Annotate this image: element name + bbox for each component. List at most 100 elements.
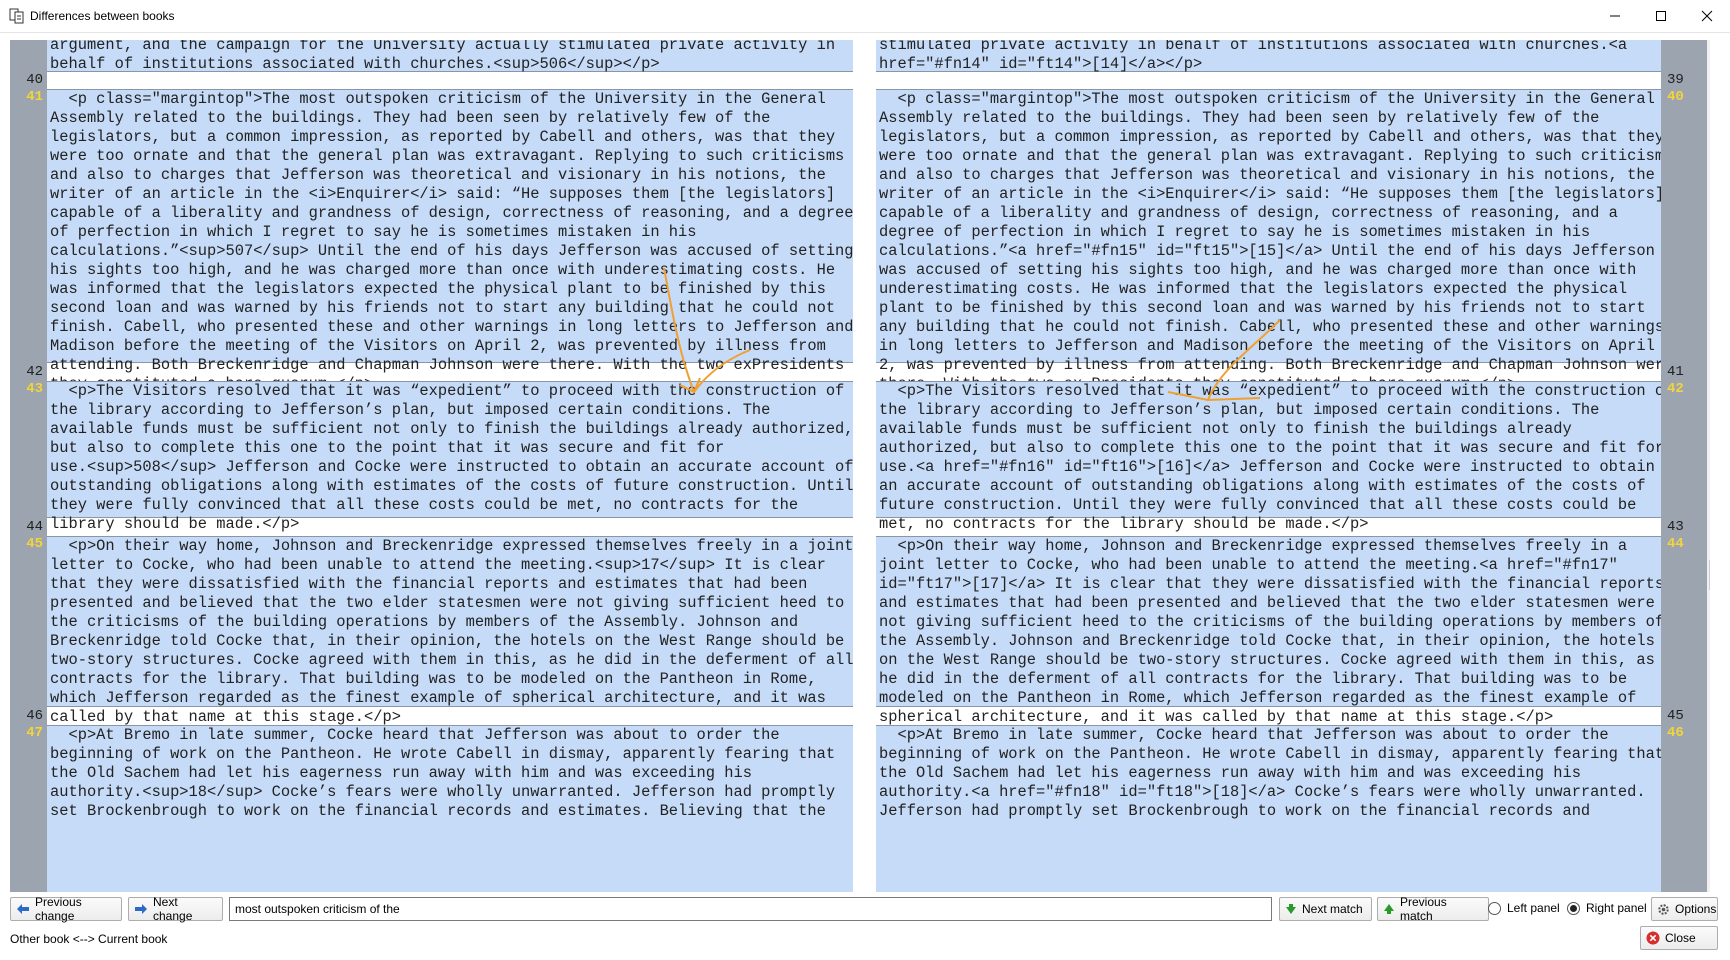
left-line-number: 47 <box>26 725 43 741</box>
text-line: future construction. Until they were ful… <box>879 496 1637 514</box>
text-line: available funds must be sufficient not o… <box>879 420 1572 438</box>
diff-block-text: <p>On their way home, Johnson and Brecke… <box>50 537 853 727</box>
search-input[interactable] <box>229 897 1272 921</box>
diff-block-text: <p class="margintop">The most outspoken … <box>50 90 853 394</box>
text-line: <p>On their way home, Johnson and Brecke… <box>879 537 1628 555</box>
right-text-pane[interactable]: stimulated private activity in behalf of… <box>876 40 1661 892</box>
diff-block: argument, and the campaign for the Unive… <box>47 40 853 73</box>
text-line: contracts for the library. That building… <box>50 670 817 688</box>
arrow-up-icon <box>1384 904 1394 914</box>
text-line: which Jefferson regarded as the finest e… <box>50 689 826 707</box>
text-line: in long letters to Jefferson and Madison… <box>879 337 1655 355</box>
options-button[interactable]: Options <box>1651 897 1718 921</box>
text-line: <p>On their way home, Johnson and Brecke… <box>50 537 853 555</box>
text-line: legislators, but a common impression, as… <box>879 128 1661 146</box>
left-text-pane[interactable]: argument, and the campaign for the Unive… <box>47 40 853 892</box>
text-line: the criticisms of the building operation… <box>50 613 799 631</box>
diff-block: <p>The Visitors resolved that it was “ex… <box>47 381 853 533</box>
previous-change-label: Previous change <box>35 895 82 923</box>
right-panel-radio[interactable]: Right panel <box>1567 901 1647 915</box>
text-line: writer of an article in the <i>Enquirer<… <box>50 185 836 203</box>
diff-block: <p>At Bremo in late summer, Cocke heard … <box>47 725 853 892</box>
text-line: <p>At Bremo in late summer, Cocke heard … <box>50 726 780 744</box>
window-title: Differences between books <box>30 9 175 23</box>
vertical-scrollbar[interactable] <box>1707 40 1710 892</box>
text-line: library should be made.</p> <box>50 515 300 533</box>
left-line-number: 41 <box>26 89 43 105</box>
diff-block: <p>On their way home, Johnson and Brecke… <box>47 536 853 726</box>
next-match-button[interactable]: Next match <box>1279 897 1372 921</box>
text-line: and estimates that had been presented an… <box>879 594 1655 612</box>
text-line: available funds must be sufficient not o… <box>50 420 853 438</box>
text-line: <p>The Visitors resolved that it was “ex… <box>879 382 1661 400</box>
left-panel-label: Left panel <box>1507 901 1560 915</box>
diff-block-text: stimulated private activity in behalf of… <box>879 40 1661 74</box>
next-change-label: Next change <box>153 895 193 923</box>
options-label: Options <box>1675 902 1717 916</box>
text-line: href="#fn14" id="ft14">[14]</a></p> <box>879 55 1203 73</box>
text-line: he did in the deferment of all contracts… <box>879 670 1628 688</box>
text-line: argument, and the campaign for the Unive… <box>50 40 836 54</box>
text-line: capable of a liberality and grandness of… <box>879 204 1618 222</box>
right-line-number: 44 <box>1667 536 1684 552</box>
text-line: were too ornate and that the general pla… <box>879 147 1661 165</box>
left-line-number-gutter: 40 41 42 43 44 45 46 47 <box>10 40 47 892</box>
diff-block-text: <p class="margintop">The most outspoken … <box>879 90 1661 394</box>
maximize-button[interactable] <box>1638 0 1684 32</box>
text-line: and also to charges that Jefferson was t… <box>879 166 1655 184</box>
text-line: 2, was prevented by illness from attendi… <box>879 356 1661 374</box>
window-close-button[interactable] <box>1684 0 1730 32</box>
next-change-button[interactable]: Next change <box>128 895 223 923</box>
diff-block: <p>On their way home, Johnson and Brecke… <box>876 536 1661 726</box>
diff-block: <p>The Visitors resolved that it was “ex… <box>876 381 1661 533</box>
close-button[interactable]: Close <box>1640 926 1718 950</box>
scrollbar-thumb[interactable] <box>1709 560 1710 590</box>
arrow-right-icon <box>135 904 147 914</box>
title-bar: Differences between books <box>0 0 1730 33</box>
gear-icon <box>1658 903 1669 915</box>
text-line: letter to Cocke, who had been unable to … <box>50 556 826 574</box>
text-line: Madison before the meeting of the Visito… <box>50 337 826 355</box>
close-icon <box>1646 931 1660 945</box>
text-line: but also to complete this one to the poi… <box>50 439 725 457</box>
diff-block-text: <p>The Visitors resolved that it was “ex… <box>879 382 1661 534</box>
text-line: an accurate account of outstanding oblig… <box>879 477 1646 495</box>
text-line: degree of perfection in which I regret t… <box>879 223 1591 241</box>
previous-match-button[interactable]: Previous match <box>1377 895 1489 923</box>
text-line: capable of a liberality and grandness of… <box>50 204 853 222</box>
text-line: Breckenridge told Cocke that, in their o… <box>50 632 845 650</box>
text-line: beginning of work on the Pantheon. He wr… <box>50 745 836 763</box>
text-line: second loan and was warned by his friend… <box>50 299 836 317</box>
diff-view[interactable]: 40 41 42 43 44 45 46 47 argument, and th… <box>10 40 1710 892</box>
text-line: authority.<sup>18</sup> Cocke’s fears we… <box>50 783 836 801</box>
right-panel-label: Right panel <box>1586 901 1647 915</box>
text-line: Jefferson had promptly set Brockenbrough… <box>879 802 1591 820</box>
text-line: use.<a href="#fn16" id="ft16">[16]</a> J… <box>879 458 1655 476</box>
text-line: of perfection in which I regret to say h… <box>50 223 697 241</box>
text-line: was informed that the legislators expect… <box>50 280 826 298</box>
text-line: not giving sufficient heed to the critic… <box>879 613 1661 631</box>
scroll-down-button[interactable] <box>1707 875 1710 892</box>
previous-change-button[interactable]: Previous change <box>10 895 122 923</box>
diff-block: stimulated private activity in behalf of… <box>876 40 1661 74</box>
text-line: writer of an article in the <i>Enquirer<… <box>879 185 1661 203</box>
bottom-toolbar: Previous change Next change Next match P… <box>0 893 1730 929</box>
radio-indicator <box>1567 901 1580 915</box>
minimize-icon <box>1610 15 1620 17</box>
text-line: <p class="margintop">The most outspoken … <box>50 90 826 108</box>
text-line: <p>At Bremo in late summer, Cocke heard … <box>879 726 1609 744</box>
left-line-number: 45 <box>26 536 43 552</box>
diff-block: <p>At Bremo in late summer, Cocke heard … <box>876 725 1661 892</box>
maximize-icon <box>1656 11 1666 21</box>
left-panel-radio[interactable]: Left panel <box>1488 901 1560 915</box>
scroll-up-button[interactable] <box>1707 40 1710 57</box>
minimize-button[interactable] <box>1592 0 1638 32</box>
text-line: behalf of institutions associated with c… <box>50 55 660 73</box>
text-line: outstanding obligations along with estim… <box>50 477 853 495</box>
text-line: legislators, but a common impression, as… <box>50 128 836 146</box>
text-line: <p>The Visitors resolved that it was “ex… <box>50 382 845 400</box>
close-icon <box>1701 10 1713 22</box>
radio-indicator <box>1488 901 1501 915</box>
text-line: calculations.”<a href="#fn15" id="ft15">… <box>879 242 1655 260</box>
text-line: calculations.”<sup>507</sup> Until the e… <box>50 242 853 260</box>
